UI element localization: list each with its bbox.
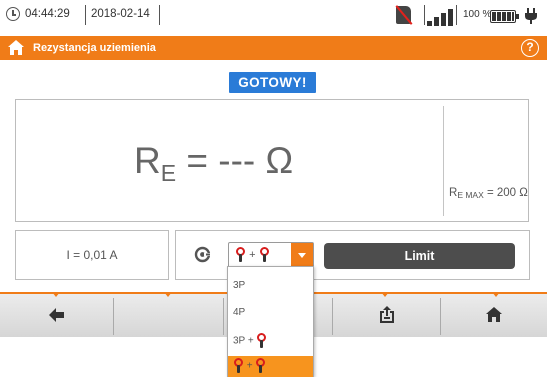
- test-current-readout: I = 0,01 A: [15, 230, 169, 280]
- status-separator: [456, 5, 457, 25]
- save-memory-icon: [380, 306, 394, 323]
- result-divider: [443, 106, 444, 216]
- clamp-settings-icon[interactable]: [194, 246, 211, 263]
- result-symbol: R: [134, 140, 161, 181]
- method-option-3p[interactable]: 3P: [228, 275, 313, 297]
- status-date: 2018-02-14: [91, 8, 150, 20]
- method-select[interactable]: +: [228, 242, 314, 269]
- option-text: +: [246, 360, 253, 372]
- battery-icon: [490, 10, 519, 23]
- option-label: 3P +: [233, 333, 267, 349]
- clamp-icon: [255, 358, 266, 374]
- clamp-icon: [235, 247, 246, 263]
- method-select-plus: +: [249, 249, 256, 261]
- result-value: = --- Ω: [176, 140, 294, 181]
- result-panel: RE = --- Ω RE MAX = 200 Ω: [15, 99, 529, 222]
- option-label: +: [233, 358, 266, 374]
- status-separator: [424, 5, 425, 25]
- method-option-2-clamps[interactable]: +: [228, 356, 313, 377]
- no-memory-card-icon: [396, 6, 411, 24]
- method-option-4p[interactable]: 4P: [228, 302, 313, 324]
- clamp-icon: [256, 333, 267, 349]
- title-bar: Rezystancja uziemienia ?: [0, 36, 547, 60]
- arrow-left-icon: [49, 308, 64, 322]
- home-icon[interactable]: [8, 40, 24, 55]
- method-option-3p-clamp[interactable]: 3P +: [228, 330, 313, 352]
- battery-percent: 100 %: [463, 9, 492, 20]
- home-icon: [486, 307, 502, 322]
- power-plug-icon: [524, 8, 538, 24]
- clock-icon: [6, 7, 20, 21]
- status-separator: [159, 5, 160, 25]
- clamp-icon: [233, 358, 244, 374]
- method-dropdown-list: 3P 4P 3P + +: [227, 266, 314, 377]
- method-select-value: +: [235, 247, 270, 266]
- status-separator: [85, 5, 86, 25]
- save-button[interactable]: [333, 294, 440, 337]
- status-time: 04:44:29: [25, 8, 70, 20]
- status-bar: 04:44:29 2018-02-14 100 %: [0, 0, 547, 30]
- page-title: Rezystancja uziemienia: [33, 42, 156, 54]
- toolbar-button-empty-1[interactable]: [114, 294, 223, 337]
- dropdown-arrow-icon[interactable]: [291, 243, 313, 268]
- signal-strength-icon: [427, 8, 457, 26]
- ready-status-badge: GOTOWY!: [229, 72, 316, 93]
- earth-resistance-result: RE = --- Ω: [134, 140, 294, 186]
- home-button[interactable]: [441, 294, 547, 337]
- clamp-icon: [259, 247, 270, 263]
- option-label: 4P: [233, 307, 246, 318]
- limit-value: = 200 Ω: [483, 187, 528, 199]
- limit-button[interactable]: Limit: [324, 243, 515, 269]
- resistance-limit-readout: RE MAX = 200 Ω: [449, 187, 528, 200]
- result-subscript: E: [160, 160, 177, 186]
- limit-subscript: E MAX: [457, 190, 484, 200]
- option-text: 3P +: [233, 335, 254, 347]
- back-button[interactable]: [0, 294, 112, 337]
- option-label: 3P: [233, 280, 246, 291]
- help-icon[interactable]: ?: [521, 39, 539, 57]
